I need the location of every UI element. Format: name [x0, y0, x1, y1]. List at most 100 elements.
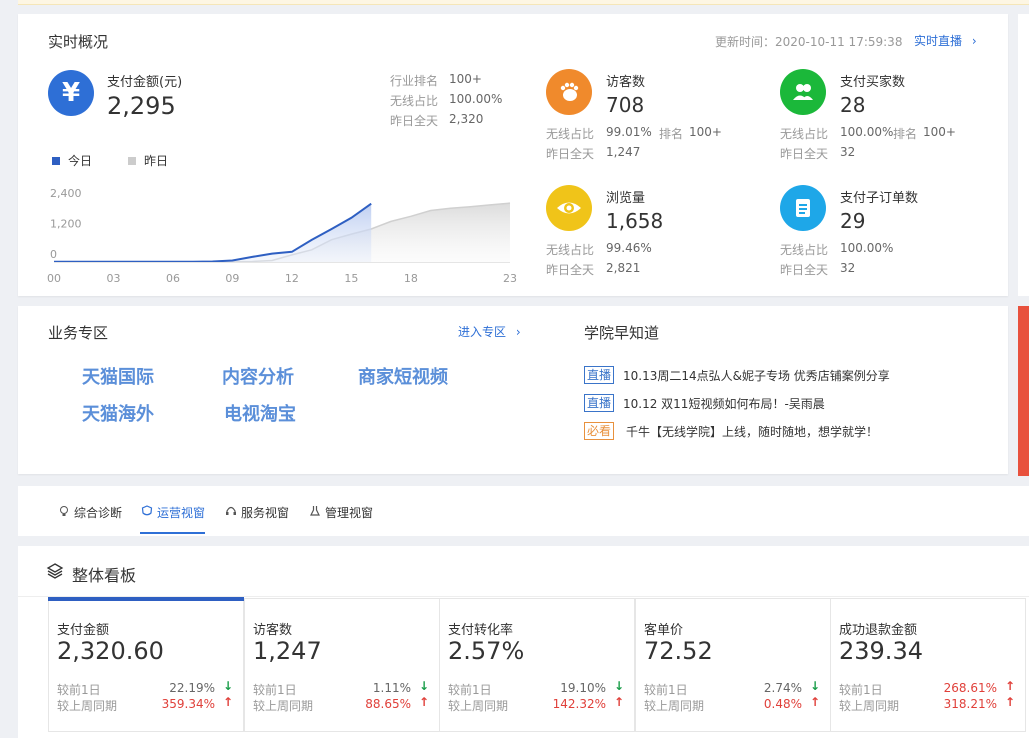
biz-item-tv-taobao[interactable]: 电视淘宝 [224, 400, 296, 426]
kpi-value: 1,658 [606, 209, 664, 233]
kpi-r1-label: 无线占比 [546, 243, 595, 257]
top-banner-strip [18, 0, 1029, 5]
news-item[interactable]: 10.12 双11短视频如何布局！-吴雨晨 [623, 395, 825, 412]
kpi-r2-label: 昨日全天 [546, 263, 595, 277]
live-tag: 直播 [584, 366, 615, 384]
right-edge-panel [1018, 14, 1029, 296]
academy-title: 学院早知道 [584, 324, 660, 342]
metric-title: 成功退款金额 [839, 623, 918, 638]
arrow-down-icon: ↓ [222, 679, 233, 693]
kpi-r2-value: 32 [840, 261, 856, 275]
metric-title: 客单价 [644, 623, 684, 638]
metric-r2-label: 较上周同期 [253, 699, 314, 713]
kpi-rank-value: 100+ [923, 125, 956, 139]
metric-card[interactable]: 成功退款金额 239.34 较前1日 268.61% ↑ 较上周同期 318.21% ↑ [830, 598, 1026, 732]
metric-r1-label: 较前1日 [839, 683, 883, 697]
flask-icon [309, 505, 321, 520]
kpi-rank-label: 排名 [659, 127, 684, 141]
realtime-overview-card: 实时概况 更新时间：2020-10-11 17:59:38 实时直播 › ¥ 支… [18, 14, 1008, 296]
pay-amount-label: 支付金额(元) [107, 75, 183, 90]
metric-r1-label: 较前1日 [448, 683, 492, 697]
arrow-down-icon: ↓ [418, 679, 429, 693]
kpi-r2-value: 2,821 [606, 261, 641, 275]
metric-r2-label: 较上周同期 [839, 699, 900, 713]
tab-label: 综合诊断 [74, 506, 123, 520]
kpi-r1-value: 100.00% [840, 241, 894, 255]
metric-title: 访客数 [253, 623, 293, 638]
pay-stat-label: 昨日全天 [390, 114, 439, 128]
tab-label: 服务视窗 [241, 506, 290, 520]
metric-value: 1,247 [253, 637, 322, 665]
y-tick-label: 0 [50, 248, 57, 261]
biz-item-short-video[interactable]: 商家短视频 [358, 363, 448, 389]
legend-yesterday-label: 昨日 [144, 154, 169, 168]
live-link-label: 实时直播 [914, 34, 963, 48]
metric-r1-value: 1.11% [372, 681, 411, 695]
metric-r2-value: 0.48% [763, 697, 802, 711]
chevron-right-icon: › [515, 325, 521, 339]
metric-r1-value: 268.61% [943, 681, 997, 695]
biz-item-content-analysis[interactable]: 内容分析 [222, 363, 294, 389]
biz-item-tmall-overseas[interactable]: 天猫海外 [82, 400, 154, 426]
tab-1[interactable]: 运营视窗 [141, 504, 205, 521]
tab-2[interactable]: 服务视窗 [225, 504, 289, 521]
pay-stat-label: 行业排名 [390, 74, 439, 88]
metric-r2-label: 较上周同期 [57, 699, 118, 713]
update-time: 更新时间：2020-10-11 17:59:38 [715, 35, 903, 49]
metric-card[interactable]: 支付转化率 2.57% 较前1日 19.10% ↓ 较上周同期 142.32% ↑ [439, 598, 635, 732]
tab-0[interactable]: 综合诊断 [58, 504, 122, 521]
tab-3[interactable]: 管理视窗 [309, 504, 373, 521]
y-tick-label: 2,400 [50, 187, 82, 200]
kpi-value: 708 [606, 93, 645, 117]
realtime-chart: 2,4001,200000 03 06 09 12 15 18 23 [47, 187, 517, 285]
x-tick-label: 06 [166, 272, 180, 285]
must-read-tag: 必看 [584, 422, 615, 440]
kpi-r2-value: 1,247 [606, 145, 641, 159]
bulb-icon [58, 505, 70, 520]
kpi-rank-value: 100+ [689, 125, 722, 139]
metric-value: 2,320.60 [57, 637, 164, 665]
metric-value: 2.57% [448, 637, 525, 665]
metric-title: 支付转化率 [448, 623, 514, 638]
arrow-up-icon: ↑ [1004, 679, 1015, 693]
enter-zone-link[interactable]: 进入专区 › [458, 323, 521, 340]
live-tag: 直播 [584, 394, 615, 412]
kpi-r1-label: 无线占比 [780, 127, 829, 141]
arrow-up-icon: ↑ [1004, 695, 1015, 709]
layers-icon [46, 562, 64, 584]
news-item[interactable]: 千牛【无线学院】上线，随时随地，想学就学！ [626, 423, 878, 440]
business-title: 业务专区 [48, 324, 109, 342]
kpi-r1-label: 无线占比 [780, 243, 829, 257]
chevron-right-icon: › [971, 34, 977, 48]
x-tick-label: 00 [47, 272, 61, 285]
kpi-r2-value: 32 [840, 145, 856, 159]
arrow-up-icon: ↑ [613, 695, 624, 709]
yuan-icon: ¥ [48, 70, 94, 116]
tab-label: 管理视窗 [325, 506, 374, 520]
kpi-title: 浏览量 [606, 191, 646, 206]
kpi-value: 28 [840, 93, 866, 117]
pay-stat-value: 2,320 [449, 112, 484, 126]
shield-icon [141, 505, 153, 520]
kpi-value: 29 [840, 209, 866, 233]
kpi-r2-label: 昨日全天 [780, 263, 829, 277]
arrow-up-icon: ↑ [222, 695, 233, 709]
tab-label: 运营视窗 [157, 506, 206, 520]
pay-stat-value: 100+ [449, 72, 482, 86]
kpi-r1-value: 99.46% [606, 241, 652, 255]
arrow-up-icon: ↑ [418, 695, 429, 709]
live-link[interactable]: 实时直播 › [914, 32, 977, 49]
metric-card[interactable]: 支付金额 2,320.60 较前1日 22.19% ↓ 较上周同期 359.34% ↑ [48, 597, 244, 732]
x-tick-label: 18 [404, 272, 418, 285]
x-tick-label: 03 [106, 272, 120, 285]
news-item[interactable]: 10.13周二14点弘人&妮子专场 优秀店铺案例分享 [623, 367, 890, 384]
metric-card[interactable]: 访客数 1,247 较前1日 1.11% ↓ 较上周同期 88.65% ↑ [244, 598, 440, 732]
metric-r2-value: 142.32% [552, 697, 606, 711]
eye-icon [546, 185, 592, 231]
metric-card[interactable]: 客单价 72.52 较前1日 2.74% ↓ 较上周同期 0.48% ↑ [635, 598, 831, 732]
biz-item-tmall-intl[interactable]: 天猫国际 [82, 363, 154, 389]
kpi-r2-label: 昨日全天 [780, 147, 829, 161]
metric-r1-value: 2.74% [763, 681, 802, 695]
kpi-rank-label: 排名 [893, 127, 918, 141]
headset-icon [225, 505, 237, 520]
